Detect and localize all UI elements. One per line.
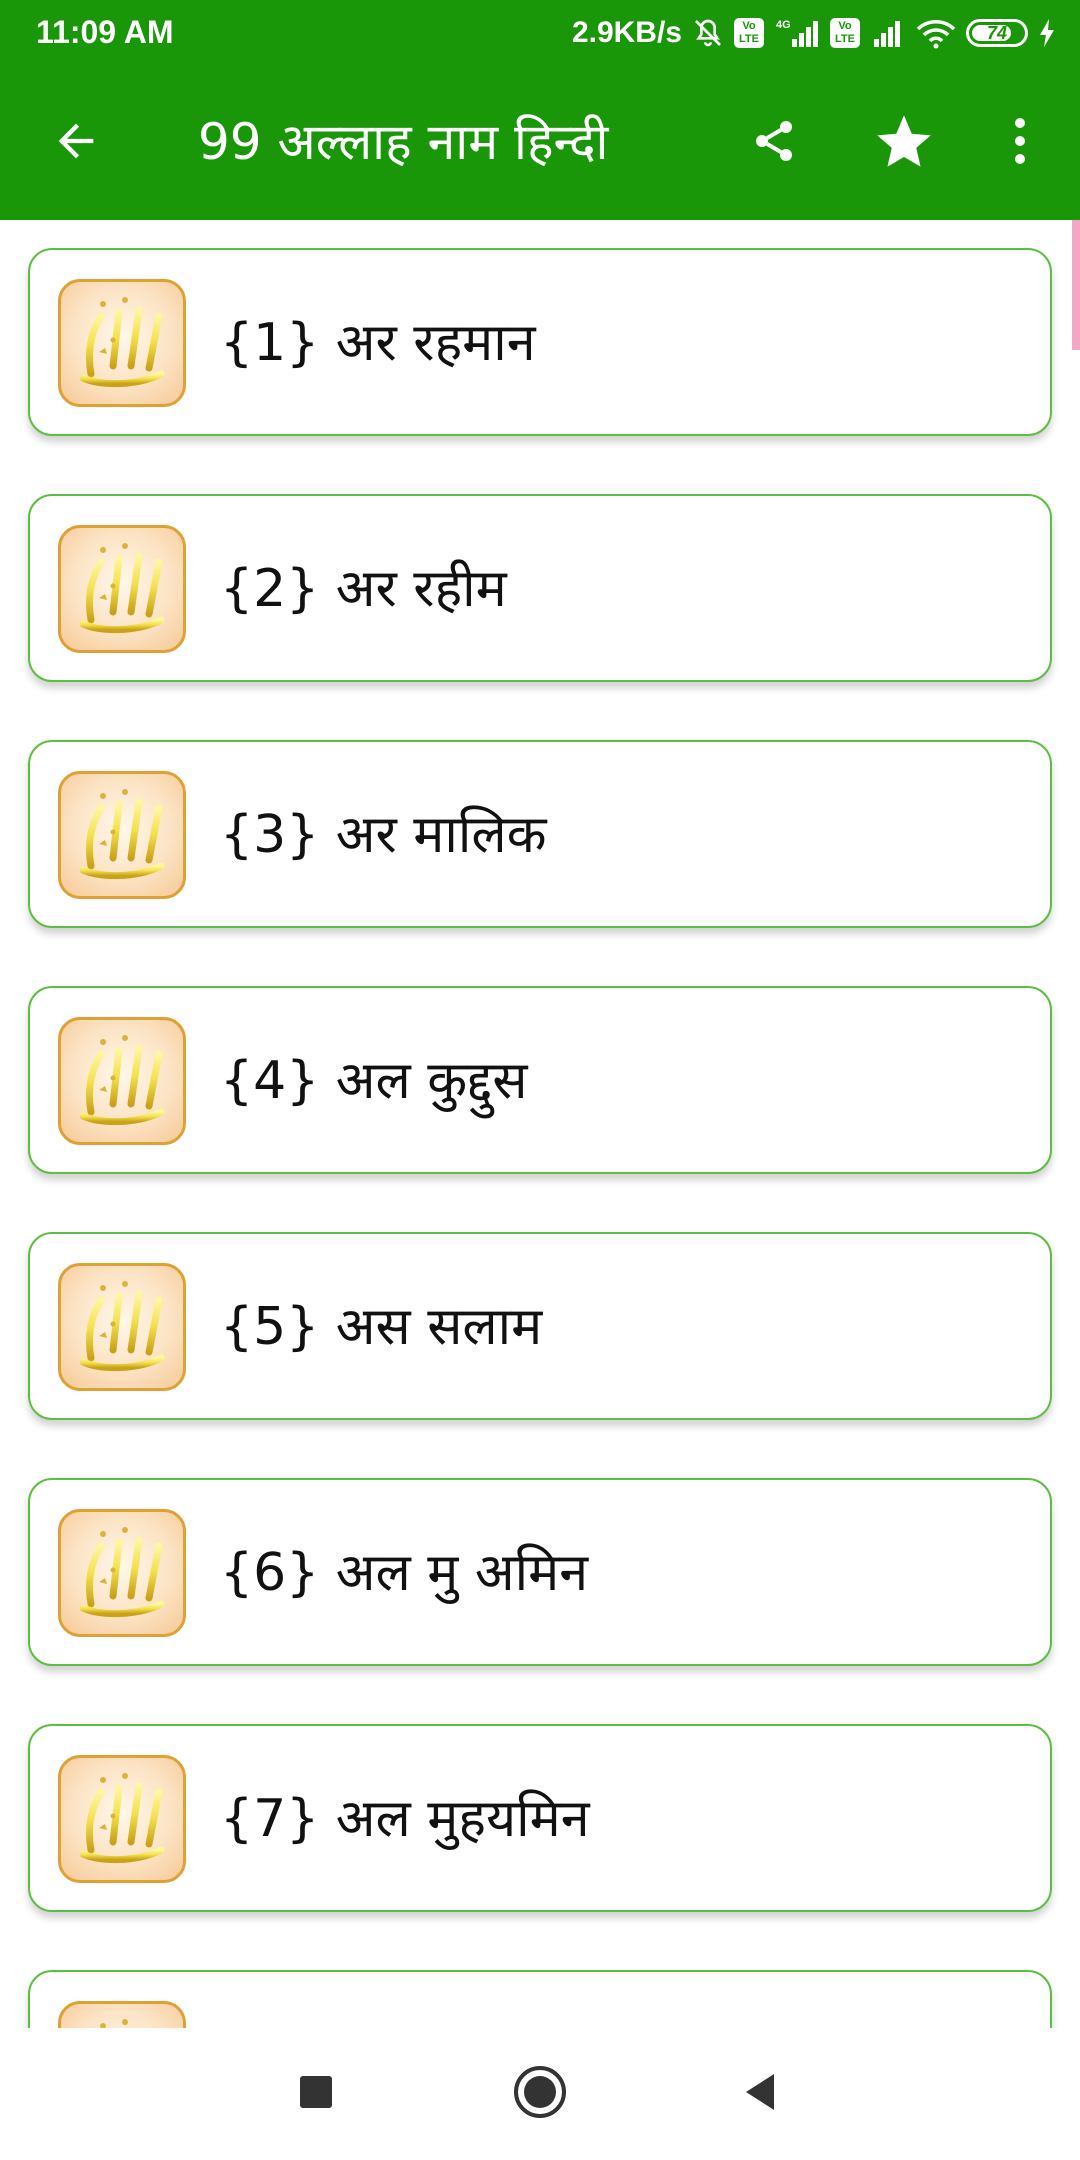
status-time: 11:09 AM [36, 14, 174, 50]
name-label: {6} अल मु अमिन [220, 1543, 589, 1603]
name-label: {3} अर मालिक [220, 805, 547, 865]
status-icons: 2.9KB/s Vo LTE 4G Vo LTE 74 [572, 12, 1056, 54]
battery-level: 74 [986, 22, 1008, 43]
back-triangle-icon [740, 2070, 780, 2118]
back-arrow-icon [50, 115, 102, 171]
name-label: {2} अर रहीम [220, 559, 507, 619]
wifi-icon [916, 17, 956, 49]
status-bar: 11:09 AM 2.9KB/s Vo LTE 4G Vo LTE 74 [0, 0, 1080, 66]
name-card[interactable] [28, 1970, 1052, 2028]
name-card[interactable]: {1} अर रहमान [28, 248, 1052, 436]
share-icon [750, 117, 798, 169]
favorite-button[interactable] [868, 108, 940, 180]
page-title: 99 अल्लाह नाम हिन्दी [198, 113, 609, 171]
name-card[interactable]: {4} अल कुद्दुस [28, 986, 1052, 1174]
share-button[interactable] [742, 111, 806, 175]
battery-icon: 74 [966, 19, 1028, 47]
names-list[interactable]: {1} अर रहमान {2} अर रहीम {3} अर मालिक {4} अ… [0, 220, 1080, 2028]
name-card[interactable]: {6} अल मु अमिन [28, 1478, 1052, 1666]
name-card[interactable]: {7} अल मुहयमिन [28, 1724, 1052, 1912]
home-button[interactable] [500, 2054, 580, 2134]
app-bar: 99 अल्लाह नाम हिन्दी [0, 66, 1080, 220]
allah-calligraphy-icon [58, 771, 186, 899]
more-vert-icon [1012, 115, 1028, 171]
home-circle-icon [512, 2064, 568, 2124]
allah-calligraphy-icon [58, 525, 186, 653]
system-nav-bar [0, 2028, 1080, 2160]
recents-button[interactable] [276, 2054, 356, 2134]
app-screen: 11:09 AM 2.9KB/s Vo LTE 4G Vo LTE 74 99 … [0, 0, 1080, 2160]
signal-icon: 4G [774, 17, 820, 49]
scroll-indicator[interactable] [1072, 220, 1080, 350]
volte-icon: Vo LTE [734, 18, 764, 48]
mute-icon [692, 17, 724, 49]
name-label: {4} अल कुद्दुस [220, 1051, 528, 1111]
name-card[interactable]: {3} अर मालिक [28, 740, 1052, 928]
volte-icon-2: Vo LTE [830, 18, 860, 48]
allah-calligraphy-icon [58, 1755, 186, 1883]
recents-square-icon [296, 2072, 336, 2116]
allah-calligraphy-icon [58, 279, 186, 407]
allah-calligraphy-icon [58, 2001, 186, 2028]
signal-icon-2 [870, 17, 906, 49]
network-speed: 2.9KB/s [571, 16, 682, 49]
name-label: {7} अल मुहयमिन [220, 1789, 590, 1849]
network-type: 4G [776, 19, 791, 31]
name-label: {1} अर रहमान [220, 313, 536, 373]
name-card[interactable]: {2} अर रहीम [28, 494, 1052, 682]
more-options-button[interactable] [998, 111, 1042, 175]
star-icon [872, 110, 936, 178]
charging-icon [1038, 18, 1056, 48]
allah-calligraphy-icon [58, 1017, 186, 1145]
back-button[interactable] [44, 111, 108, 175]
name-label: {5} अस सलाम [220, 1297, 543, 1357]
allah-calligraphy-icon [58, 1263, 186, 1391]
nav-back-button[interactable] [720, 2054, 800, 2134]
allah-calligraphy-icon [58, 1509, 186, 1637]
name-card[interactable]: {5} अस सलाम [28, 1232, 1052, 1420]
